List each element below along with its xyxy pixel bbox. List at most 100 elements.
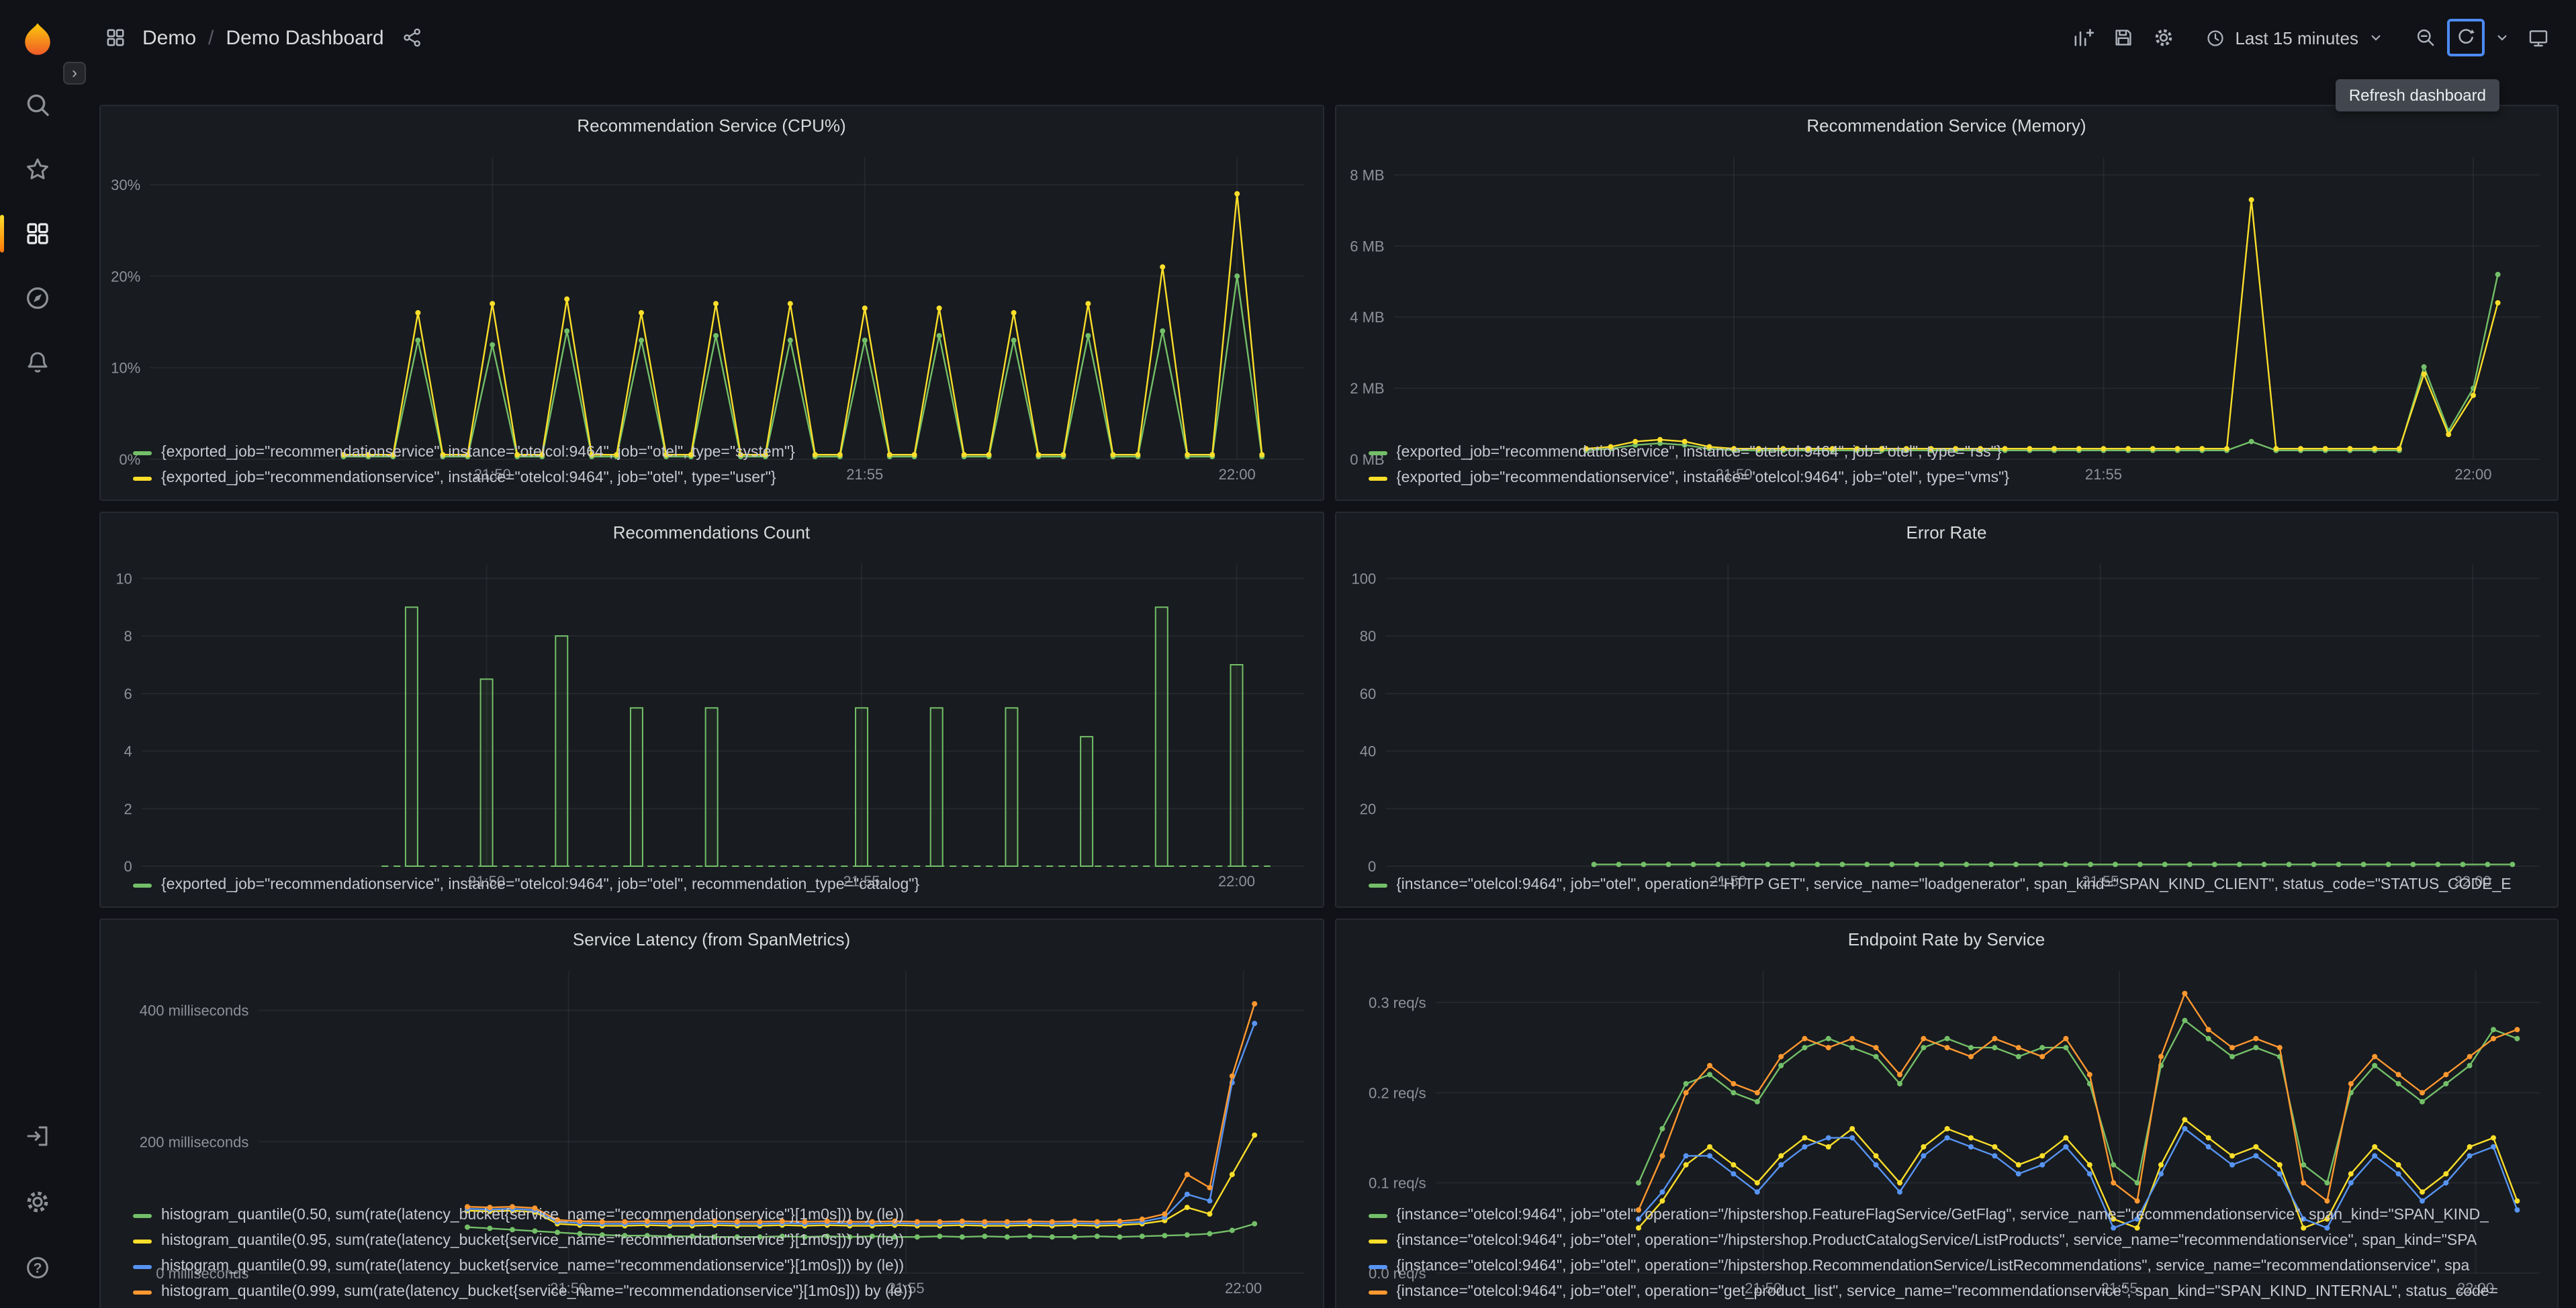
legend-series-marker <box>133 451 152 455</box>
refresh-tooltip: Refresh dashboard <box>2335 79 2499 111</box>
breadcrumb-folder[interactable]: Demo <box>142 26 196 49</box>
legend-series-marker <box>1368 1239 1387 1243</box>
panel-title[interactable]: Recommendations Count <box>101 513 1322 551</box>
sidebar-item-alerting[interactable] <box>11 336 64 389</box>
legend-item[interactable]: {instance="otelcol:9464", job="otel", op… <box>1368 1281 2544 1303</box>
refresh-interval-dropdown[interactable] <box>2487 19 2517 56</box>
legend-item[interactable]: histogram_quantile(0.50, sum(rate(latenc… <box>133 1205 1309 1226</box>
panel-cpu: Recommendation Service (CPU%) 0% 10% 20% 30… <box>99 105 1324 501</box>
legend-item[interactable]: {exported_job="recommendationservice", i… <box>133 442 1309 463</box>
zoom-out-button[interactable] <box>2407 19 2444 56</box>
cycle-view-mode-button[interactable] <box>2520 19 2557 56</box>
time-series-chart[interactable]: 0 milliseconds 200 milliseconds 400 millis… <box>109 960 1314 1297</box>
panel-title[interactable]: Recommendation Service (Memory) <box>1336 106 2557 144</box>
panel-legend: {instance="otelcol:9464", job="otel", op… <box>1336 872 2557 906</box>
legend-series-label: {instance="otelcol:9464", job="otel", op… <box>1396 1207 2489 1223</box>
svg-text:6: 6 <box>124 686 132 702</box>
breadcrumb-dashboard[interactable]: Demo Dashboard <box>226 26 383 49</box>
svg-text:4 MB: 4 MB <box>1349 309 1383 326</box>
legend-item[interactable]: histogram_quantile(0.95, sum(rate(latenc… <box>133 1230 1309 1252</box>
time-range-picker[interactable]: Last 15 minutes <box>2193 19 2396 56</box>
panel-title[interactable]: Recommendation Service (CPU%) <box>101 106 1322 144</box>
grafana-logo[interactable] <box>17 20 58 60</box>
legend-item[interactable]: {instance="otelcol:9464", job="otel", op… <box>1368 874 2544 896</box>
dashboard-settings-button[interactable] <box>2145 19 2182 56</box>
sidebar-item-explore[interactable] <box>11 271 64 325</box>
legend-item[interactable]: histogram_quantile(0.999, sum(rate(laten… <box>133 1281 1309 1303</box>
save-dashboard-button[interactable] <box>2105 19 2142 56</box>
time-series-chart[interactable]: 0 20 40 60 80 100 21:50 21:55 22:00 <box>1344 553 2549 890</box>
svg-text:2: 2 <box>124 800 132 817</box>
legend-series-label: histogram_quantile(0.999, sum(rate(laten… <box>161 1284 913 1300</box>
share-dashboard-button[interactable] <box>396 19 428 56</box>
bar-chart[interactable]: 0 2 4 6 8 10 21:50 21:55 22:00 <box>109 553 1314 890</box>
legend-series-label: histogram_quantile(0.95, sum(rate(latenc… <box>161 1233 905 1249</box>
svg-text:4: 4 <box>124 743 132 760</box>
panel-legend: {exported_job="recommendationservice", i… <box>101 439 1322 500</box>
panel-title-text: Error Rate <box>1906 522 1987 542</box>
time-series-chart[interactable]: 0.0 req/s 0.1 req/s 0.2 req/s 0.3 req/s 21:5… <box>1344 960 2549 1297</box>
sidebar-item-configuration[interactable] <box>11 1175 64 1229</box>
chevron-right-icon: › <box>72 63 77 82</box>
panel-legend: {exported_job="recommendationservice", i… <box>1336 439 2557 500</box>
compass-icon <box>27 287 48 309</box>
sidebar-item-starred[interactable] <box>11 142 64 196</box>
panel-title[interactable]: Error Rate <box>1336 513 2557 551</box>
refresh-button[interactable] <box>2447 19 2485 56</box>
legend-series-marker <box>133 883 152 887</box>
grafana-app: ? › Demo / Demo Dashboard Last 15 minute… <box>0 0 2576 1308</box>
legend-series-marker <box>1368 883 1387 887</box>
legend-item[interactable]: {exported_job="recommendationservice", i… <box>1368 442 2544 463</box>
svg-text:10%: 10% <box>111 360 140 377</box>
legend-series-marker <box>133 1213 152 1217</box>
panel-endpoint-rate: Endpoint Rate by Service 0.0 req/s 0.1 re… <box>1334 919 2559 1308</box>
sidebar-item-search[interactable] <box>11 78 64 132</box>
legend-item[interactable]: {instance="otelcol:9464", job="otel", op… <box>1368 1205 2544 1226</box>
legend-series-label: {exported_job="recommendationservice", i… <box>161 877 920 893</box>
legend-item[interactable]: {instance="otelcol:9464", job="otel", op… <box>1368 1256 2544 1277</box>
legend-item[interactable]: {exported_job="recommendationservice", i… <box>133 874 1309 896</box>
svg-text:8: 8 <box>124 628 132 645</box>
svg-text:20%: 20% <box>111 268 140 285</box>
bell-icon <box>28 352 48 373</box>
svg-text:8 MB: 8 MB <box>1349 167 1383 183</box>
add-panel-icon <box>2074 29 2095 46</box>
panel-title[interactable]: Endpoint Rate by Service <box>1336 920 2557 957</box>
legend-item[interactable]: histogram_quantile(0.99, sum(rate(latenc… <box>133 1256 1309 1277</box>
monitor-icon <box>2529 30 2548 47</box>
chevron-down-icon <box>2497 35 2507 41</box>
svg-text:30%: 30% <box>111 177 140 193</box>
time-series-chart[interactable]: 0 MB 2 MB 4 MB 6 MB 8 MB 21:50 21:55 22:00 <box>1344 146 2549 483</box>
panel-title-text: Endpoint Rate by Service <box>1847 929 2045 949</box>
legend-series-marker <box>1368 1290 1387 1294</box>
gear-icon <box>2156 29 2172 46</box>
clock-icon <box>2207 30 2224 46</box>
time-series-chart[interactable]: 0% 10% 20% 30% 21:50 21:55 22:00 <box>109 146 1314 483</box>
legend-item[interactable]: {instance="otelcol:9464", job="otel", op… <box>1368 1230 2544 1252</box>
svg-text:20: 20 <box>1359 800 1375 817</box>
legend-series-label: {instance="otelcol:9464", job="otel", op… <box>1396 1284 2499 1300</box>
svg-text:2 MB: 2 MB <box>1349 380 1383 397</box>
legend-item[interactable]: {exported_job="recommendationservice", i… <box>133 467 1309 489</box>
legend-item[interactable]: {exported_job="recommendationservice", i… <box>1368 467 2544 489</box>
legend-series-label: {exported_job="recommendationservice", i… <box>1396 470 2010 486</box>
panel-title-text: Service Latency (from SpanMetrics) <box>572 929 851 949</box>
expand-sidebar-button[interactable]: › <box>63 62 86 85</box>
panel-count: Recommendations Count 0 2 4 6 8 10 21:50 21:55 2… <box>99 512 1324 908</box>
panel-title[interactable]: Service Latency (from SpanMetrics) <box>101 920 1322 957</box>
svg-text:100: 100 <box>1350 570 1375 587</box>
svg-text:200 milliseconds: 200 milliseconds <box>140 1133 249 1150</box>
svg-text:6 MB: 6 MB <box>1349 238 1383 254</box>
sidebar-item-dashboards[interactable] <box>0 207 64 261</box>
sidebar-nav <box>0 78 64 389</box>
add-panel-button[interactable] <box>2064 19 2102 56</box>
legend-series-marker <box>1368 476 1387 480</box>
dashboards-grid-icon[interactable] <box>97 19 134 56</box>
sidebar-item-help[interactable]: ? <box>11 1241 64 1295</box>
zoom-out-icon <box>2417 29 2434 46</box>
legend-series-label: histogram_quantile(0.99, sum(rate(latenc… <box>161 1258 905 1274</box>
svg-text:60: 60 <box>1359 686 1375 702</box>
svg-text:400 milliseconds: 400 milliseconds <box>140 1002 249 1019</box>
time-range-label: Last 15 minutes <box>2235 28 2358 48</box>
sidebar-item-sign-in[interactable] <box>11 1109 64 1163</box>
